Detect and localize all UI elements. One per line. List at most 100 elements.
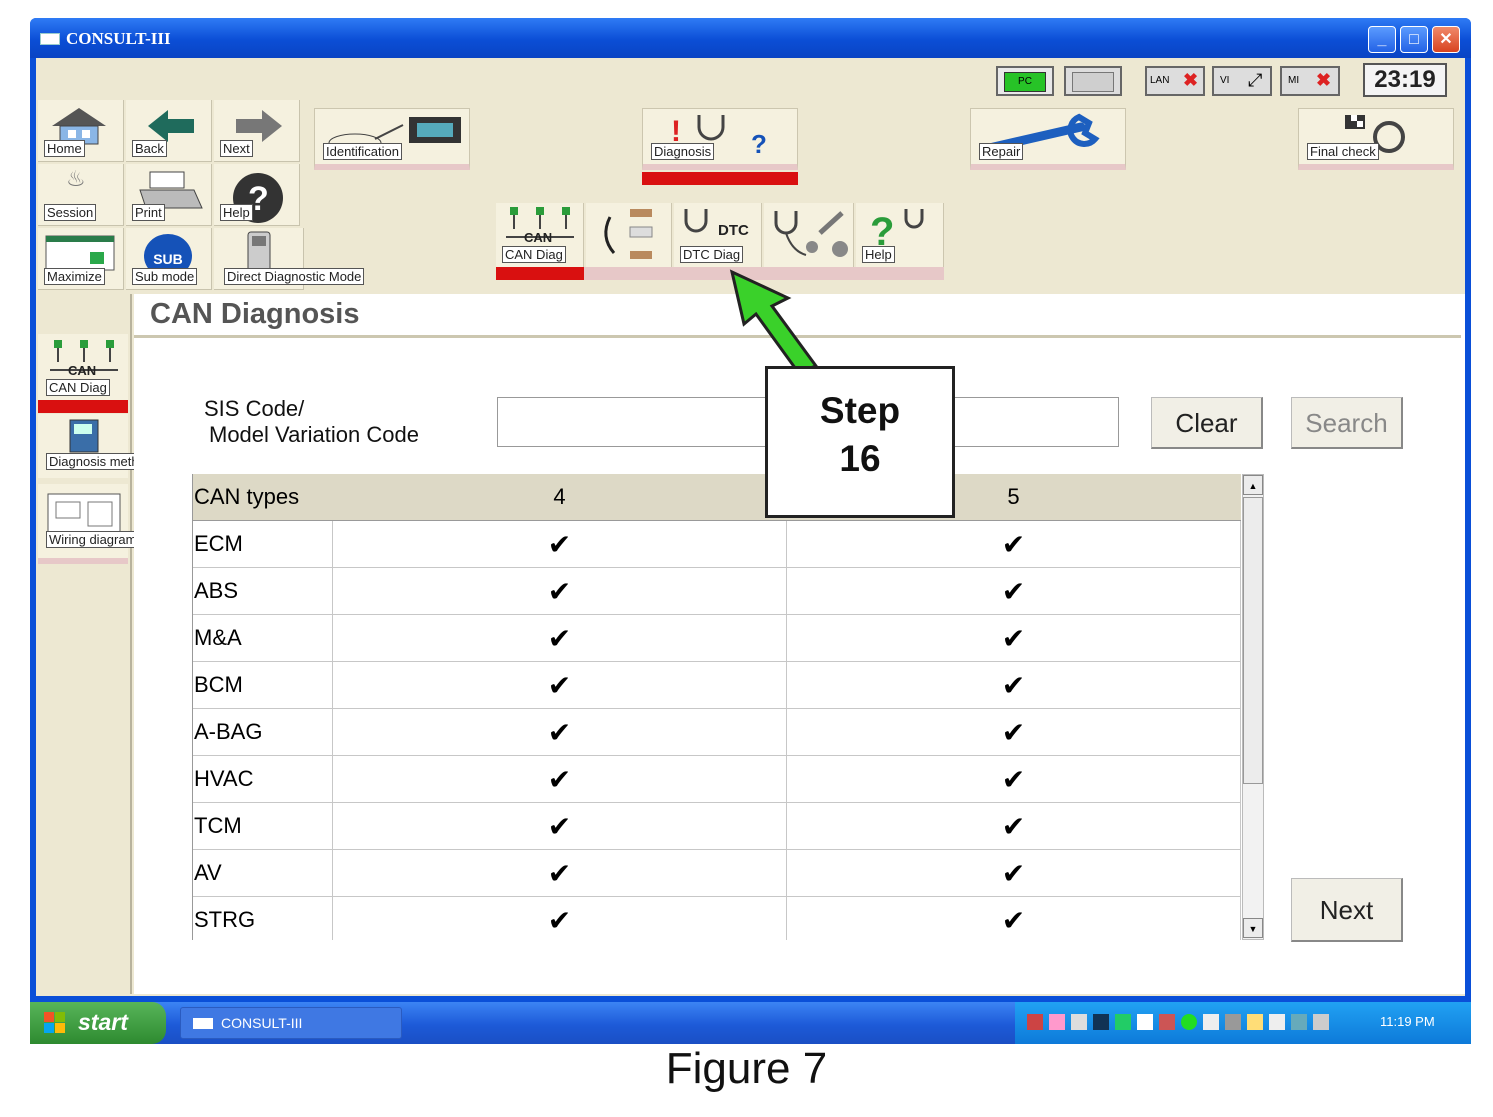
table-header-row: CAN types 4 5 [193,474,1241,521]
back-button[interactable]: Back [126,100,212,162]
sub-help-button[interactable]: ? Help [856,203,944,267]
taskbar-clock: 11:19 PM [1380,1014,1435,1029]
mi-error-icon: ✖ [1316,70,1332,90]
tray-window-icon[interactable] [1291,1014,1307,1030]
final-check-button[interactable]: Final check [1298,108,1454,170]
figure-caption: Figure 7 [665,1044,828,1093]
direct-mode-label: Direct Diagnostic Mode [224,268,365,285]
can-type-cell: TCM [193,802,333,850]
maximize-label: Maximize [44,268,105,285]
tray-power-icon[interactable] [1247,1014,1263,1030]
battery-indicator [1064,66,1122,96]
close-button[interactable]: ✕ [1432,26,1460,53]
repair-button[interactable]: Repair [970,108,1126,170]
svg-text:?: ? [751,129,767,155]
minimize-button[interactable]: _ [1368,26,1396,53]
tray-tablet-icon[interactable] [1313,1014,1329,1030]
check-5-cell: ✔ [786,567,1241,615]
home-button[interactable]: Home [38,100,124,162]
help-question-icon: ? [870,209,924,247]
data-monitor-button[interactable] [764,203,854,267]
sub-mode-button[interactable]: SUB Sub mode [126,228,212,290]
tray-wifi-icon[interactable] [1269,1014,1285,1030]
tray-hand-icon[interactable] [1203,1014,1219,1030]
start-button[interactable]: start [30,1002,166,1044]
lan-indicator: LAN ✖ [1145,66,1205,96]
check-4-cell: ✔ [332,755,787,803]
tray-battery-icon[interactable] [1093,1014,1109,1030]
identification-button[interactable]: Identification [314,108,470,170]
table-row[interactable]: HVAC ✔ ✔ [193,755,1241,803]
session-icon: ♨ [66,166,86,191]
vi-label: VI [1220,75,1230,86]
flow-chart-button[interactable] [586,203,672,267]
table-row[interactable]: ABS ✔ ✔ [193,567,1241,615]
tray-volume-icon[interactable] [1225,1014,1241,1030]
tray-network-icon[interactable] [1027,1014,1043,1030]
final-check-label: Final check [1307,143,1379,160]
identification-label: Identification [323,143,402,160]
svg-text:?: ? [870,210,894,247]
dtc-diag-label: DTC Diag [680,246,744,263]
diagnosis-method-button[interactable]: Diagnosis method for CAN [38,414,206,478]
diagnosis-button[interactable]: ! ? Diagnosis [642,108,798,170]
taskbar-item-label: CONSULT-III [221,1015,303,1031]
dtc-diag-button[interactable]: DTC DTC Diag [674,203,762,267]
session-label: Session [44,204,97,221]
callout-arrow [729,269,819,374]
wiring-diagrams-button[interactable]: Wiring diagrams [38,484,146,564]
repair-label: Repair [979,143,1024,160]
clear-button[interactable]: Clear [1151,397,1263,449]
print-button[interactable]: Print [126,164,212,226]
check-4-cell: ✔ [332,614,787,662]
table-row[interactable]: A-BAG ✔ ✔ [193,708,1241,756]
tray-bluetooth-icon[interactable] [1137,1014,1153,1030]
table-row[interactable]: ECM ✔ ✔ [193,520,1241,568]
sis-label-line1: SIS Code/ [204,396,305,421]
wiring-diagram-icon [47,493,121,535]
scroll-thumb[interactable] [1243,497,1263,784]
maximize-button[interactable]: □ [1400,26,1428,53]
can-diag-button[interactable]: CAN CAN Diag [496,203,584,267]
can-type-cell: M&A [193,614,333,662]
app-icon [40,33,60,45]
check-5-cell: ✔ [786,896,1241,940]
scroll-down-button[interactable]: ▼ [1243,918,1263,938]
tray-user-icon[interactable] [1049,1014,1065,1030]
can-type-cell: HVAC [193,755,333,803]
table-row[interactable]: M&A ✔ ✔ [193,614,1241,662]
column-header-can-types: CAN types [193,474,333,521]
scroll-up-button[interactable]: ▲ [1243,475,1263,495]
help-button[interactable]: ? Help [214,164,300,226]
table-row[interactable]: STRG ✔ ✔ [193,896,1241,940]
taskbar-item-consult[interactable]: CONSULT-III [180,1007,402,1039]
search-button[interactable]: Search [1291,397,1403,449]
maximize-tool-button[interactable]: Maximize [38,228,124,290]
next-button[interactable]: Next [1291,878,1403,942]
flowchart-icon [604,209,653,259]
dtc-stethoscope-icon: DTC [684,209,749,239]
session-button[interactable]: ♨ Session [38,164,124,226]
next-nav-button[interactable]: Next [214,100,300,162]
diagnosis-active-bar [642,172,798,185]
tray-display-icon[interactable] [1115,1014,1131,1030]
check-4-cell: ✔ [332,567,787,615]
sub-help-label: Help [862,246,895,263]
title-bar[interactable] [30,18,1471,58]
back-label: Back [132,140,167,157]
mi-indicator: MI ✖ [1280,66,1340,96]
table-row[interactable]: AV ✔ ✔ [193,849,1241,897]
table-row[interactable]: TCM ✔ ✔ [193,802,1241,850]
tray-lan-icon[interactable] [1159,1014,1175,1030]
direct-diagnostic-mode-button[interactable]: Direct Diagnostic Mode [214,228,365,290]
tray-sync-icon[interactable] [1071,1014,1087,1030]
side-can-diag-button[interactable]: CAN CAN Diag [38,334,128,400]
stethoscope-tools-icon [774,211,848,257]
can-type-cell: AV [193,849,333,897]
sis-label-line2: Model Variation Code [209,422,419,447]
print-label: Print [132,204,165,221]
check-4-cell: ✔ [332,661,787,709]
table-row[interactable]: BCM ✔ ✔ [193,661,1241,709]
tray-status-icon[interactable] [1181,1014,1197,1030]
wiring-diagrams-label: Wiring diagrams [46,531,146,548]
